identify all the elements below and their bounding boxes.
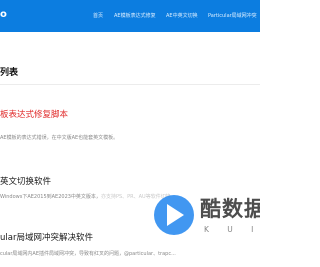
divider <box>0 84 260 85</box>
page: o 首页 AE模板表达式修复 AE中英文切换 Particular局域网冲突 列… <box>0 0 260 267</box>
play-icon <box>167 204 184 226</box>
section-title: 列表 <box>0 68 19 78</box>
article-desc-1: AE模板的表达式错误，在中文版AE也能套英文模板。 <box>0 134 118 141</box>
article-desc-1-text: AE模板的表达式错误，在中文版AE也能套英文模板。 <box>0 135 119 141</box>
watermark-sub: K U I D C <box>204 225 260 234</box>
article-desc-2-text: Windows下AE2015到AE2023中英文版本， <box>0 194 101 200</box>
article-title-3[interactable]: ular局域网冲突解决软件 <box>0 231 93 243</box>
article-title-2[interactable]: 英文切换软件 <box>0 175 51 187</box>
nav-ae-language-switch[interactable]: AE中英文切换 <box>166 12 198 19</box>
article-title-1[interactable]: 板表达式修复脚本 <box>0 108 68 120</box>
nav-home[interactable]: 首页 <box>93 12 103 19</box>
watermark: 酷数据 K U I D C <box>148 187 260 252</box>
site-header: o 首页 AE模板表达式修复 AE中英文切换 Particular局域网冲突 <box>0 0 260 32</box>
watermark-brand: 酷数据 <box>200 197 260 221</box>
nav-ae-expression-fix[interactable]: AE模板表达式修复 <box>114 12 156 19</box>
nav-particular-lan-conflict[interactable]: Particular局域网冲突 <box>208 12 257 19</box>
site-logo[interactable]: o <box>0 9 7 20</box>
article-desc-2: Windows下AE2015到AE2023中英文版本，亦支持PS、PR、AU等软… <box>0 193 171 200</box>
